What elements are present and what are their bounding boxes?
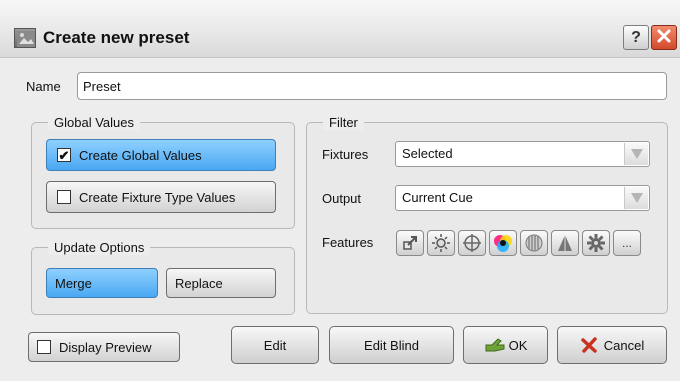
ok-button[interactable]: OK — [463, 326, 548, 364]
intensity-icon[interactable] — [427, 230, 455, 256]
close-icon — [657, 29, 671, 43]
app-icon — [14, 28, 36, 48]
output-label: Output — [322, 191, 362, 206]
edit-button[interactable]: Edit — [231, 326, 319, 364]
fixtures-select-value: Selected — [402, 146, 453, 161]
create-fixture-type-values-checkbox[interactable] — [57, 190, 71, 204]
create-global-values-toggle[interactable]: ✔ Create Global Values — [46, 139, 276, 171]
name-label: Name — [26, 79, 61, 94]
replace-button[interactable]: Replace — [166, 268, 276, 298]
display-preview-toggle[interactable]: Display Preview — [28, 332, 180, 362]
cancel-label: Cancel — [603, 337, 645, 353]
close-button[interactable] — [651, 25, 677, 50]
create-global-values-label: Create Global Values — [79, 147, 202, 163]
output-select-value: Current Cue — [402, 190, 473, 205]
cancel-button[interactable]: Cancel — [557, 326, 667, 364]
chevron-down-icon[interactable] — [624, 143, 648, 165]
focus-icon[interactable] — [458, 230, 486, 256]
features-label: Features — [322, 235, 374, 250]
merge-button[interactable]: Merge — [46, 268, 158, 298]
title-bar: Create new preset ? — [0, 0, 680, 58]
ok-thumb-icon — [485, 338, 505, 352]
create-global-values-checkbox[interactable]: ✔ — [57, 148, 71, 162]
fixtures-select[interactable]: Selected — [395, 141, 650, 167]
update-options-legend: Update Options — [48, 240, 151, 255]
cancel-x-icon — [581, 337, 597, 353]
help-button[interactable]: ? — [623, 25, 649, 50]
create-fixture-type-values-toggle[interactable]: Create Fixture Type Values — [46, 181, 276, 213]
more-icon[interactable]: ... — [613, 230, 641, 256]
position-icon[interactable] — [396, 230, 424, 256]
name-input[interactable] — [77, 72, 667, 100]
dialog-title: Create new preset — [43, 28, 190, 47]
control-icon[interactable] — [582, 230, 610, 256]
global-values-legend: Global Values — [48, 115, 140, 130]
beam-icon[interactable] — [551, 230, 579, 256]
ok-label: OK — [508, 337, 528, 353]
chevron-down-icon[interactable] — [624, 187, 648, 209]
display-preview-checkbox[interactable] — [37, 340, 51, 354]
filter-legend: Filter — [323, 115, 364, 130]
fixtures-label: Fixtures — [322, 147, 369, 162]
display-preview-label: Display Preview — [59, 339, 152, 355]
edit-blind-button[interactable]: Edit Blind — [329, 326, 454, 364]
color-icon[interactable] — [489, 230, 517, 256]
output-select[interactable]: Current Cue — [395, 185, 650, 211]
gobo-icon[interactable] — [520, 230, 548, 256]
create-fixture-type-values-label: Create Fixture Type Values — [79, 189, 236, 205]
create-preset-dialog: Create new preset ? Name Global Values ✔… — [0, 0, 680, 381]
